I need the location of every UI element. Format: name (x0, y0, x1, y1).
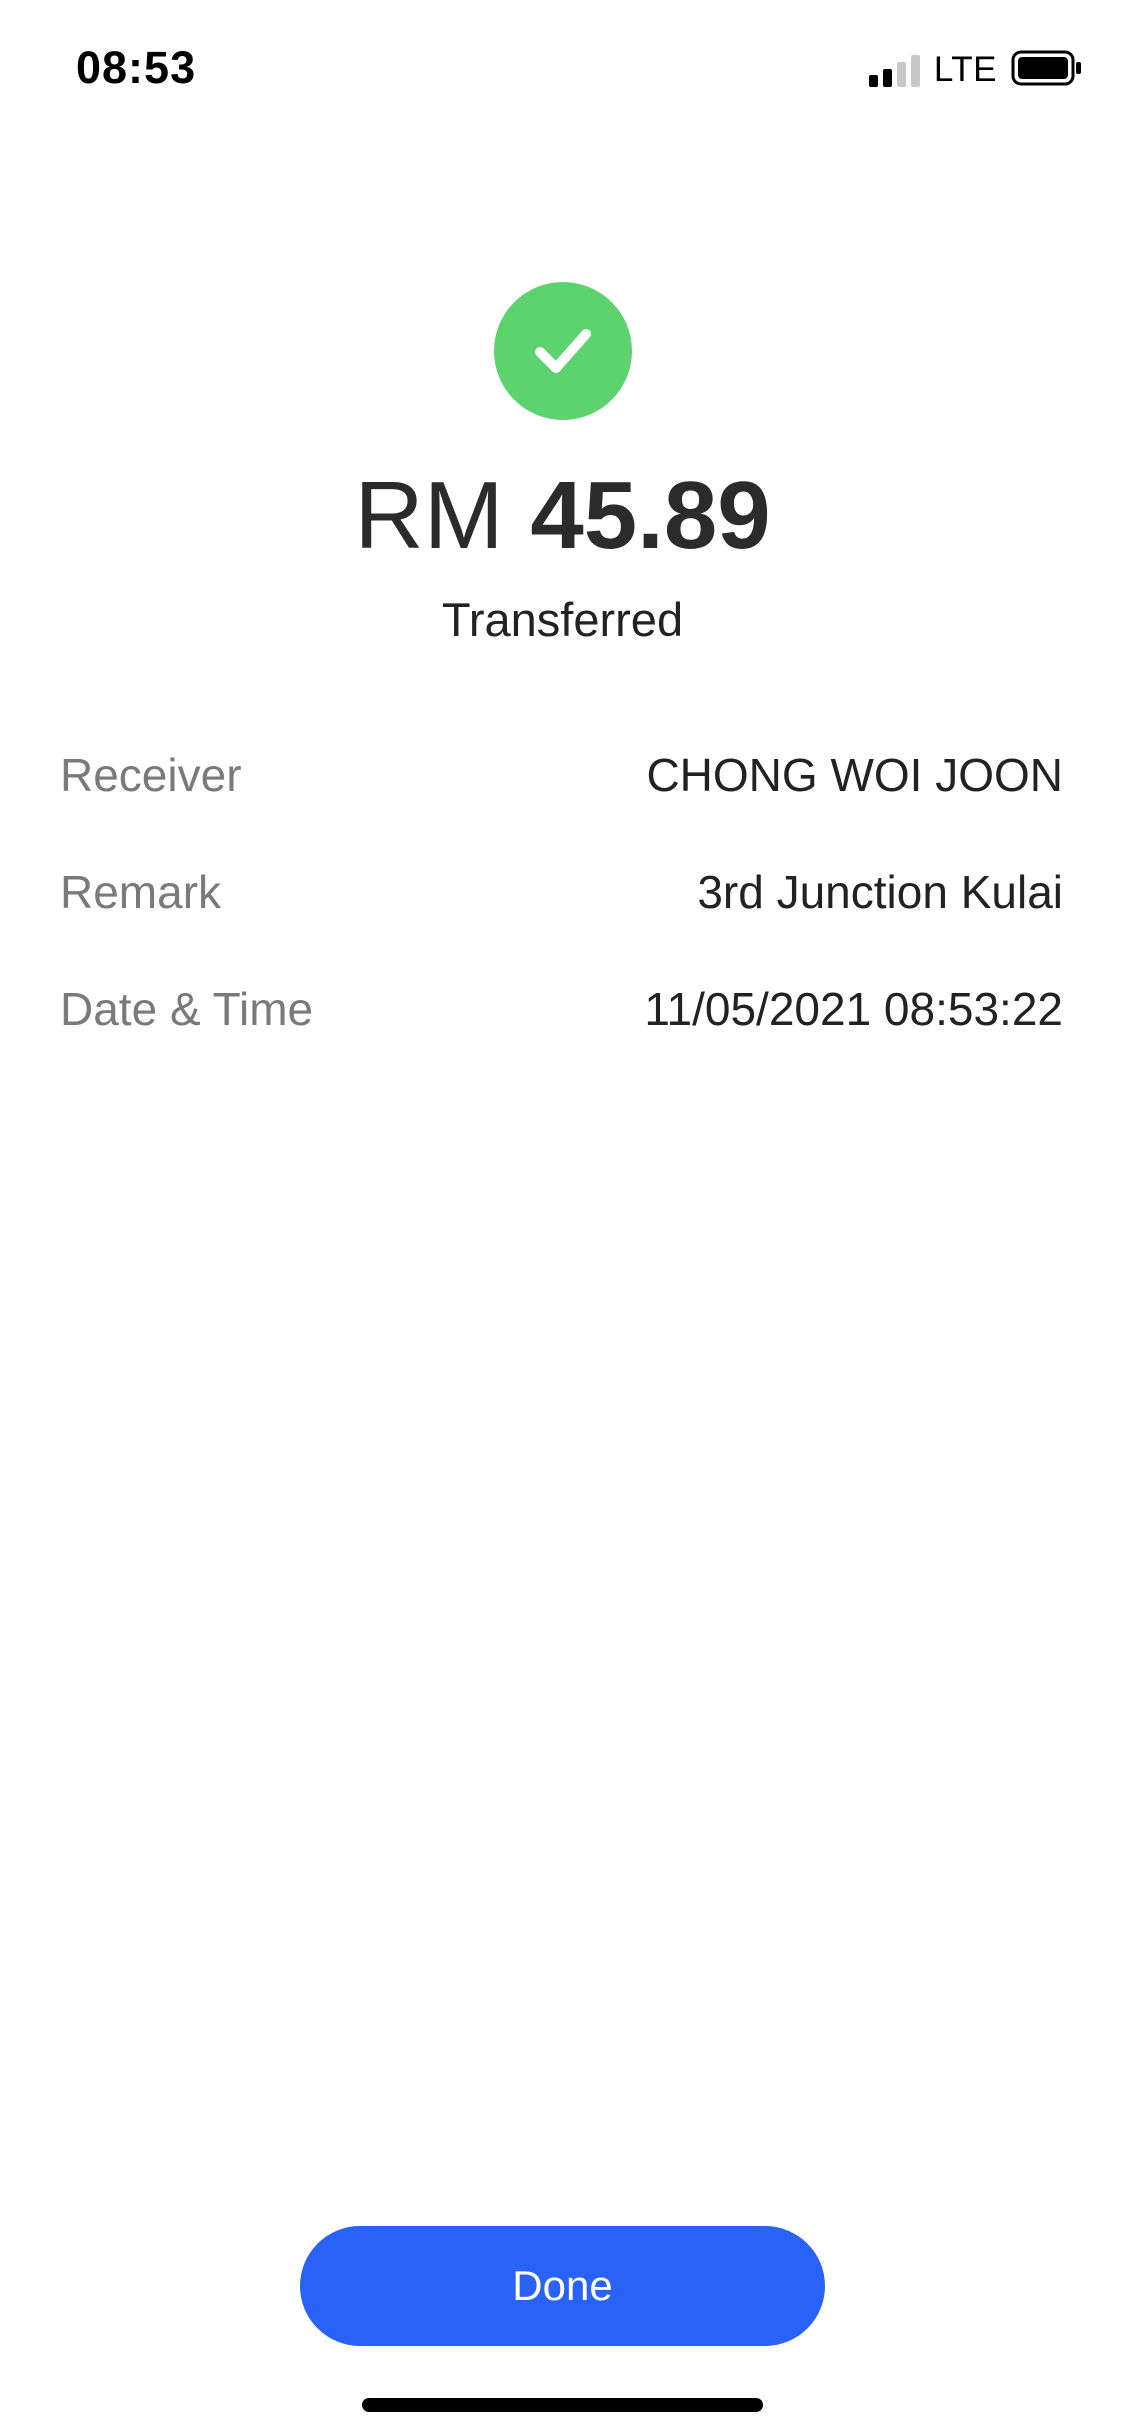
detail-label: Remark (60, 865, 222, 918)
status-indicators: LTE (868, 50, 1083, 91)
battery-icon (1011, 50, 1083, 91)
detail-value: 11/05/2021 08:53:22 (644, 982, 1063, 1035)
check-circle-icon (494, 282, 632, 420)
currency-label: RM (354, 462, 504, 569)
detail-label: Date & Time (60, 982, 314, 1035)
detail-row-receiver: Receiver CHONG WOI JOON (60, 716, 1063, 833)
amount-value: 45.89 (530, 462, 771, 569)
detail-value: CHONG WOI JOON (646, 748, 1063, 801)
home-indicator[interactable] (362, 2398, 763, 2412)
detail-row-date-time: Date & Time 11/05/2021 08:53:22 (60, 950, 1063, 1067)
check-icon (535, 329, 591, 373)
network-type-label: LTE (933, 50, 997, 89)
transfer-details: Receiver CHONG WOI JOON Remark 3rd Junct… (60, 716, 1063, 1067)
signal-strength-icon (868, 53, 920, 87)
detail-label: Receiver (60, 748, 242, 801)
detail-row-remark: Remark 3rd Junction Kulai (60, 833, 1063, 950)
done-button[interactable]: Done (300, 2226, 825, 2346)
transfer-amount: RM 45.89 (0, 458, 1125, 573)
transfer-status: Transferred (441, 593, 684, 646)
status-time: 08:53 (76, 42, 197, 93)
status-bar: 08:53 LTE (0, 0, 1125, 140)
detail-value: 3rd Junction Kulai (697, 865, 1063, 918)
